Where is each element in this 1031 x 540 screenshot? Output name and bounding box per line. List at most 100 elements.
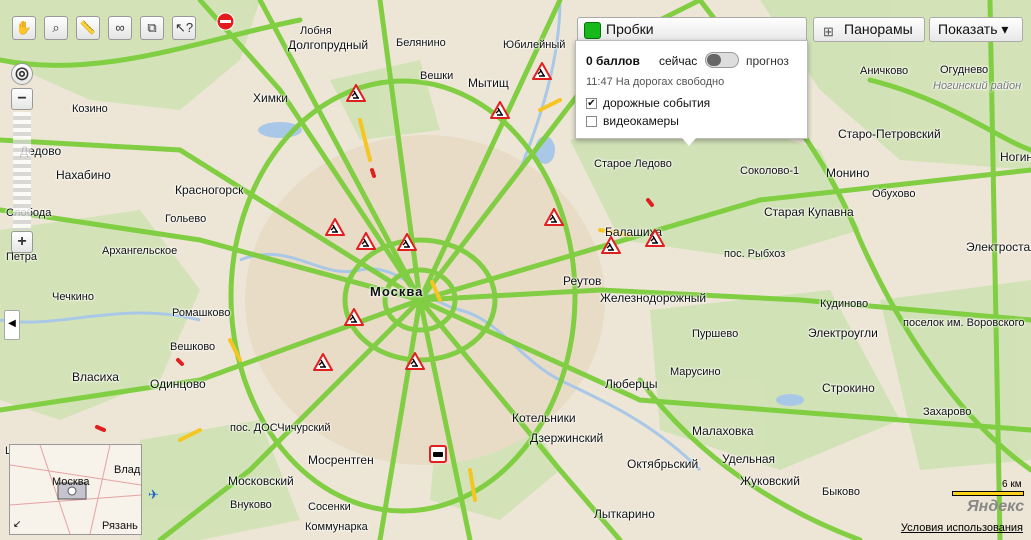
map-label: Московский xyxy=(228,474,294,488)
map-label: Старая Купавна xyxy=(764,205,854,219)
zoom-slider[interactable] xyxy=(13,112,31,230)
cursor-help-tool-button[interactable]: ↖? xyxy=(172,16,196,40)
scale-label: 6 км xyxy=(1002,479,1022,490)
cameras-checkbox[interactable] xyxy=(586,115,597,127)
collapse-left-icon[interactable]: ◀ xyxy=(4,310,20,340)
ruler-tool-button[interactable]: 📏 xyxy=(76,16,100,40)
road-works-icon[interactable] xyxy=(356,232,376,250)
map-label: Красногорск xyxy=(175,183,244,197)
map-label: Козино xyxy=(72,103,108,115)
map-label: пос. ДОСЧичурский xyxy=(230,422,331,434)
map-label: Соколово-1 xyxy=(740,165,800,177)
map-label: Дзержинский xyxy=(530,431,604,445)
route-tool-button[interactable]: ∞ xyxy=(108,16,132,40)
map-label: Мытищ xyxy=(468,76,509,90)
map-label: Ромашково xyxy=(172,307,231,319)
map-label: Москва xyxy=(370,284,424,299)
map-canvas[interactable]: Долгопрудный Белянино Юбилейный Химки Вешки М… xyxy=(0,0,1031,540)
map-label: Малаховка xyxy=(692,424,754,438)
road-works-icon[interactable] xyxy=(405,352,425,370)
minimap-label-ryazan: Рязань xyxy=(102,520,138,532)
map-label: Одинцово xyxy=(150,377,206,391)
map-label: Кудиново xyxy=(820,298,869,310)
bookmark-tool-button[interactable]: ⧉ xyxy=(140,16,164,40)
road-works-icon[interactable] xyxy=(544,208,564,226)
map-label: Ногинск xyxy=(1000,150,1031,164)
zoom-in-button[interactable]: + xyxy=(11,231,33,253)
option-events[interactable]: ✔ дорожные события xyxy=(586,96,710,110)
road-works-icon[interactable] xyxy=(346,84,366,102)
map-label: Пуршево xyxy=(692,328,739,340)
traffic-panel: 0 баллов сейчас прогноз 11:47 На дорогах… xyxy=(575,40,808,146)
panoramas-button-label: Панорамы xyxy=(844,21,913,37)
traffic-now-label: сейчас xyxy=(659,54,698,68)
map-label: Железнодорожный xyxy=(600,291,707,305)
map-label: Монино xyxy=(826,166,870,180)
road-works-icon[interactable] xyxy=(490,101,510,119)
map-label: Обухово xyxy=(872,188,916,200)
map-label: Химки xyxy=(253,91,288,105)
option-cameras-label: видеокамеры xyxy=(603,114,679,128)
map-label: Чечкино xyxy=(52,291,94,303)
map-label: Внуково xyxy=(230,499,272,511)
traffic-light-icon xyxy=(584,22,601,39)
panoramas-button[interactable]: ⊞ Панорамы xyxy=(813,17,925,42)
road-works-icon[interactable] xyxy=(313,353,333,371)
map-label: Удельная xyxy=(722,452,776,466)
map-label: Быково xyxy=(822,486,861,498)
show-dropdown-button[interactable]: Показать ▾ xyxy=(929,17,1023,42)
map-label: Захарово xyxy=(923,406,972,418)
road-works-icon[interactable] xyxy=(532,62,552,80)
road-works-icon[interactable] xyxy=(344,308,364,326)
map-label: Котельники xyxy=(512,411,576,425)
map-label: Вешки xyxy=(420,70,454,82)
road-works-icon[interactable] xyxy=(645,229,665,247)
hand-tool-button[interactable]: ✋ xyxy=(12,16,36,40)
map-label: Аничково xyxy=(860,65,909,77)
minimap-city: Москва xyxy=(52,476,90,488)
map-label: Мосрентген xyxy=(308,453,374,467)
traffic-button-label: Пробки xyxy=(606,21,654,37)
events-checkbox[interactable]: ✔ xyxy=(586,97,597,109)
map-label: Архангельское xyxy=(102,245,178,257)
road-works-icon[interactable] xyxy=(601,236,621,254)
option-events-label: дорожные события xyxy=(603,96,711,110)
minimap-label-vlad: Влад xyxy=(114,464,141,476)
road-works-icon[interactable] xyxy=(397,233,417,251)
minimap-resize-icon[interactable]: ↙ xyxy=(13,519,21,530)
map-label: Лобня xyxy=(300,25,332,37)
map-base-layer xyxy=(0,0,1031,540)
ruler-tool-icon: 📏 xyxy=(79,20,97,35)
map-label: Марусино xyxy=(670,366,721,378)
map-label: Строкино xyxy=(822,381,875,395)
bookmark-tool-icon: ⧉ xyxy=(147,20,157,35)
show-dropdown-label: Показать ▾ xyxy=(938,21,1009,37)
map-label: Ногинский район xyxy=(933,80,1022,92)
map-label: Электроугли xyxy=(808,326,878,340)
road-works-icon[interactable] xyxy=(325,218,345,236)
now-forecast-toggle[interactable] xyxy=(705,52,739,68)
option-cameras[interactable]: видеокамеры xyxy=(586,114,679,128)
map-label: Реутов xyxy=(563,274,602,288)
map-label: поселок им. Воровского xyxy=(903,317,1025,329)
traffic-button[interactable]: Пробки xyxy=(577,17,807,42)
traffic-score: 0 баллов xyxy=(586,54,640,68)
terms-link[interactable]: Условия использования xyxy=(901,522,1023,534)
zoom-out-button[interactable]: − xyxy=(11,88,33,110)
locate-icon[interactable]: ◎ xyxy=(11,63,33,85)
magnifier-tool-button[interactable]: ⌕ xyxy=(44,16,68,40)
airport-icon: ✈ xyxy=(148,487,159,502)
map-label: Люберцы xyxy=(605,377,658,391)
map-label: Коммунарка xyxy=(305,521,368,533)
scale-bar xyxy=(952,491,1024,496)
map-label: Долгопрудный xyxy=(288,38,369,52)
map-label: Огуднево xyxy=(940,64,989,76)
map-label: Нахабино xyxy=(56,168,111,182)
panorama-icon: ⊞ xyxy=(823,24,834,39)
hand-tool-icon: ✋ xyxy=(15,20,33,35)
map-label: Электросталь xyxy=(966,240,1031,254)
overview-minimap[interactable]: Москва Влад Рязань ↙ xyxy=(9,444,142,535)
map-label: Лыткарино xyxy=(594,507,655,521)
accident-icon[interactable] xyxy=(429,445,447,463)
no-entry-icon[interactable] xyxy=(216,12,235,31)
